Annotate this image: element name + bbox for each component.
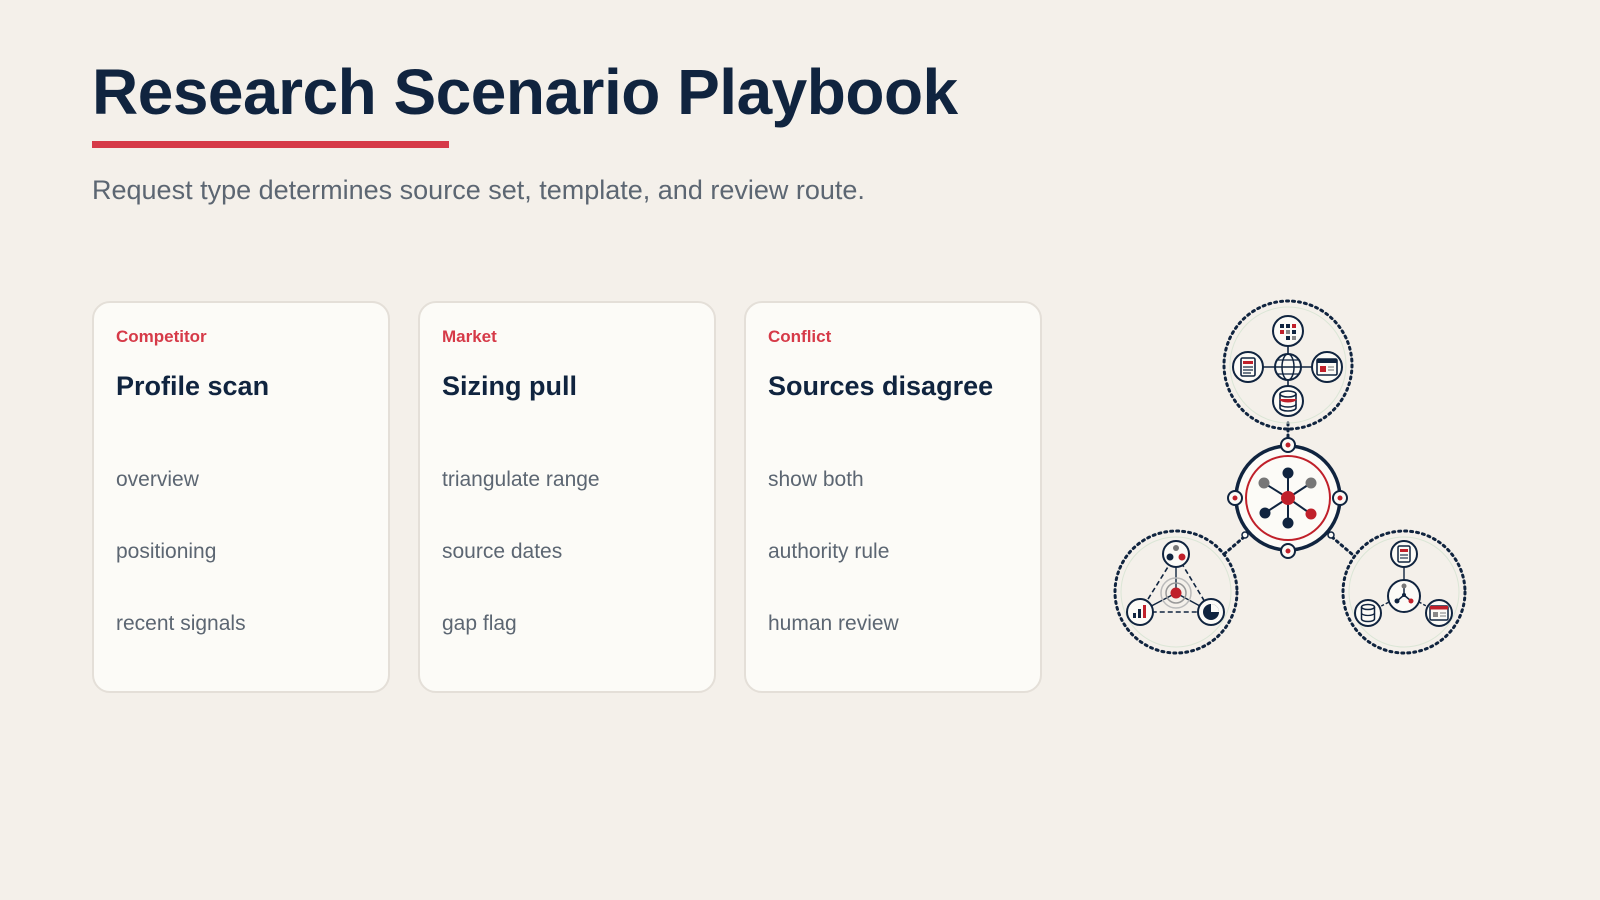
card-item: source dates (442, 540, 563, 563)
card-conflict[interactable]: Conflict Sources disagree show both auth… (744, 301, 1042, 693)
page-subtitle: Request type determines source set, temp… (92, 175, 865, 205)
browser-window-icon (1311, 351, 1343, 383)
card-title: Sources disagree (768, 371, 994, 401)
document-icon (1232, 351, 1264, 383)
card-tag: Market (442, 327, 497, 346)
globe-icon (1274, 353, 1302, 381)
card-item: recent signals (116, 612, 246, 635)
people-icon (1162, 540, 1190, 568)
card-item: human review (768, 612, 899, 635)
card-item: show both (768, 468, 864, 491)
page-title: Research Scenario Playbook (92, 56, 958, 128)
bar-chart-icon (1126, 598, 1154, 626)
network-hub-icon (1227, 437, 1348, 559)
target-icon (1160, 577, 1192, 609)
card-item: authority rule (768, 540, 890, 563)
card-title: Profile scan (116, 371, 270, 401)
source-cluster-right (1341, 529, 1467, 655)
card-market[interactable]: Market Sizing pull triangulate range sou… (418, 301, 716, 693)
source-cluster-left (1113, 529, 1239, 655)
card-item: gap flag (442, 612, 517, 635)
card-title: Sizing pull (442, 371, 577, 401)
card-competitor[interactable]: Competitor Profile scan overview positio… (92, 301, 390, 693)
card-item: overview (116, 468, 199, 491)
branch-icon (1387, 579, 1421, 613)
card-item: triangulate range (442, 468, 600, 491)
browser-window-icon (1425, 599, 1453, 627)
database-icon (1272, 385, 1304, 417)
title-underline (92, 141, 449, 148)
database-icon (1354, 599, 1382, 627)
scenario-network-illustration (1113, 299, 1467, 655)
card-tag: Conflict (768, 327, 832, 346)
source-cluster-top (1222, 299, 1354, 431)
connector-left (1221, 535, 1246, 557)
pie-chart-icon (1197, 598, 1225, 626)
card-tag: Competitor (116, 327, 207, 346)
document-icon (1390, 540, 1418, 568)
card-item: positioning (116, 540, 217, 563)
connector-right (1330, 535, 1355, 557)
grid-icon (1272, 315, 1304, 347)
